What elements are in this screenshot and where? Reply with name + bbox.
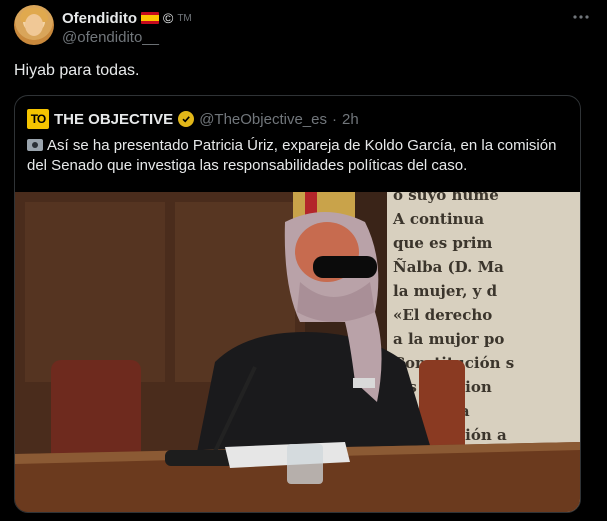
avatar[interactable] (14, 5, 54, 45)
wood-inset-left (25, 202, 165, 382)
wall-inscription-line: a la mujor po (393, 330, 504, 348)
wall-inscription-line: la mujer, y d (393, 282, 498, 300)
quoted-tweet-text: Así se ha presentado Patricia Úriz, expa… (27, 136, 572, 176)
name-suffix: © (163, 10, 174, 26)
water-glass (287, 444, 323, 484)
user-handle[interactable]: @ofendidito__ (62, 29, 159, 46)
separator-dot: · (331, 110, 337, 128)
quoted-tweet[interactable]: TO THE OBJECTIVE @TheObjective_es · 2h A… (14, 95, 581, 513)
lapel-badge (353, 378, 375, 388)
more-horizontal-icon[interactable] (568, 7, 594, 27)
quoted-text-body: Así se ha presentado Patricia Úriz, expa… (27, 137, 557, 174)
camera-icon (27, 139, 43, 151)
wall-inscription-line: A continua (392, 210, 484, 228)
wall-inscription-line: o suyo hume (393, 192, 499, 204)
quoted-photo[interactable]: o suyo hume A continua que es prim Ñalba (D… (15, 192, 580, 512)
wall-inscription-line: que es prim (393, 234, 492, 252)
quoted-handle[interactable]: @TheObjective_es (199, 111, 327, 128)
wall-inscription-line: Ñalba (D. Ma (393, 257, 504, 276)
tweet-header: Ofendidito © TM @ofendidito__ (14, 5, 594, 51)
quoted-timestamp[interactable]: 2h (342, 111, 359, 128)
photo-scene: o suyo hume A continua que es prim Ñalba (D… (15, 192, 580, 512)
quoted-tweet-header: TO THE OBJECTIVE @TheObjective_es · 2h (27, 108, 359, 130)
spain-flag-icon (141, 12, 159, 24)
verified-badge-icon (178, 111, 195, 127)
display-name[interactable]: Ofendidito (62, 10, 137, 27)
quoted-display-name[interactable]: THE OBJECTIVE (54, 111, 173, 128)
wall-inscription-line: «El derecho (393, 306, 492, 324)
name-row: Ofendidito © TM (62, 8, 192, 28)
avatar-face (25, 14, 43, 36)
trademark-label: TM (177, 12, 192, 24)
tweet-text: Hiyab para todas. (14, 62, 140, 79)
the-objective-logo[interactable]: TO (27, 109, 49, 129)
sunglasses (313, 256, 377, 278)
